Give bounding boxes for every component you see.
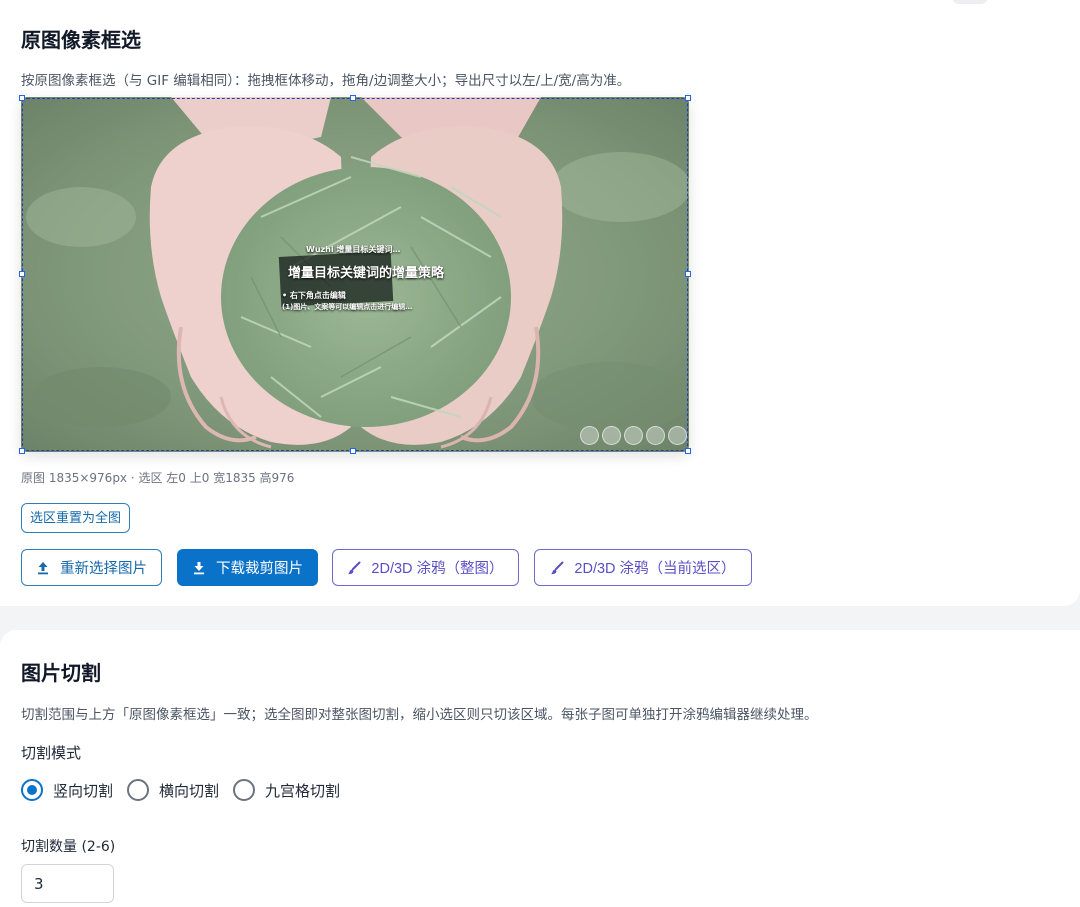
radio-grid-label: 九宫格切割: [265, 781, 341, 800]
reselect-image-button[interactable]: 重新选择图片: [21, 549, 162, 586]
resize-handle-left[interactable]: [19, 271, 25, 277]
doodle-selection-label: 2D/3D 涂鸦（当前选区）: [574, 561, 736, 577]
split-section-title: 图片切割: [21, 661, 101, 685]
radio-grid-split[interactable]: 九宫格切割: [233, 779, 340, 801]
resize-handle-top-right[interactable]: [685, 95, 691, 101]
top-edge-decoration: [952, 0, 988, 4]
download-icon: [192, 561, 206, 575]
resize-handle-top[interactable]: [350, 95, 356, 101]
resize-handle-bottom-right[interactable]: [685, 448, 691, 454]
brush-icon: [550, 561, 564, 575]
crop-card: 原图像素框选 按原图像素框选（与 GIF 编辑相同）：拖拽框体移动，拖角/边调整…: [0, 0, 1080, 606]
resize-handle-right[interactable]: [685, 271, 691, 277]
crop-section-description: 按原图像素框选（与 GIF 编辑相同）：拖拽框体移动，拖角/边调整大小；导出尺寸…: [21, 73, 631, 89]
download-crop-button[interactable]: 下载裁剪图片: [177, 549, 318, 586]
doodle-full-button[interactable]: 2D/3D 涂鸦（整图）: [332, 549, 519, 586]
radio-horizontal-split[interactable]: 横向切割: [127, 779, 219, 801]
radio-grid-indicator[interactable]: [233, 779, 256, 801]
selection-info-text: 原图 1835×976px · 选区 左0 上0 宽1835 高976: [21, 471, 295, 485]
crop-section-title: 原图像素框选: [21, 28, 141, 52]
reset-selection-button[interactable]: 选区重置为全图: [21, 503, 131, 533]
resize-handle-bottom[interactable]: [350, 448, 356, 454]
radio-horizontal-label: 横向切割: [159, 781, 220, 800]
brush-icon: [347, 561, 361, 575]
resize-handle-top-left[interactable]: [19, 95, 25, 101]
crop-selection-box[interactable]: [19, 95, 691, 454]
split-card: [0, 630, 1080, 907]
doodle-selection-button[interactable]: 2D/3D 涂鸦（当前选区）: [534, 549, 752, 586]
reselect-image-label: 重新选择图片: [60, 561, 147, 577]
radio-vertical-split[interactable]: 竖向切割: [21, 779, 113, 801]
split-count-label: 切割数量 (2-6): [21, 839, 116, 855]
radio-horizontal-indicator[interactable]: [127, 779, 150, 801]
upload-icon: [36, 561, 50, 575]
doodle-full-label: 2D/3D 涂鸦（整图）: [371, 561, 504, 577]
resize-handle-bottom-left[interactable]: [19, 448, 25, 454]
split-mode-radio-group: 竖向切割 横向切割 九宫格切割: [21, 779, 354, 801]
split-count-input[interactable]: [21, 864, 114, 903]
radio-vertical-indicator[interactable]: [21, 779, 43, 801]
download-crop-label: 下载裁剪图片: [216, 561, 303, 577]
radio-vertical-label: 竖向切割: [53, 781, 114, 800]
split-mode-label: 切割模式: [21, 744, 82, 762]
split-section-description: 切割范围与上方「原图像素框选」一致；选全图即对整张图切割，缩小选区则只切该区域。…: [21, 707, 818, 723]
